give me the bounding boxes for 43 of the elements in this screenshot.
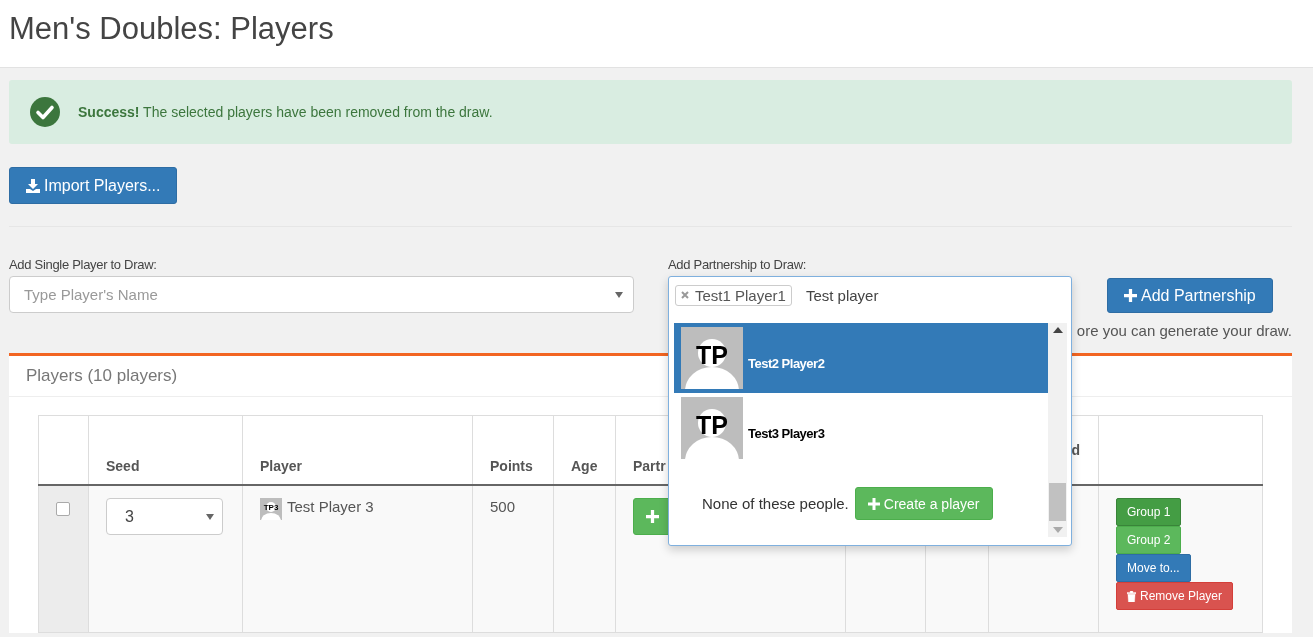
field-label: Add Partnership to Draw: (668, 257, 808, 274)
player-name: Test Player 3 (287, 498, 374, 515)
typed-text: Test player (805, 286, 879, 304)
remove-icon[interactable] (681, 291, 689, 299)
create-player-button[interactable]: Create a player (854, 487, 993, 520)
result-option[interactable]: TP Test3 Player3 (674, 393, 1048, 463)
table-cell: 500 (490, 498, 516, 515)
partnership-field[interactable]: Test1 Player1 Test player (669, 277, 1071, 313)
action-button[interactable]: Move to... (1116, 554, 1191, 582)
no-match-text: None of these people. (702, 495, 849, 512)
action-button[interactable]: Group 2 (1116, 526, 1182, 554)
alert-message: Success! The selected players have been removed from the draw. (78, 104, 493, 120)
download-icon (26, 178, 40, 193)
plus-icon (867, 497, 880, 510)
token-label: Test1 Player1 (695, 286, 786, 304)
avatar-icon: TP3 (260, 498, 282, 520)
column-header: Seed (106, 458, 140, 474)
add-partnership-button[interactable]: Add Partnership (1107, 278, 1273, 313)
page-title: Men's Doubles: Players (9, 10, 334, 48)
scrollbar[interactable] (1048, 323, 1067, 537)
seed-select[interactable]: 3 (106, 498, 223, 535)
column-header: Partr (633, 458, 666, 474)
action-button[interactable]: Remove Player (1116, 582, 1234, 610)
avatar-icon: TP (681, 397, 743, 459)
avatar-icon: TP (681, 327, 743, 389)
trash-icon (1127, 590, 1136, 602)
column-header: Points (490, 458, 533, 474)
caret-icon (206, 513, 214, 520)
plus-icon (1124, 289, 1137, 302)
plus-icon (646, 510, 659, 523)
row-checkbox[interactable] (56, 502, 70, 516)
hint-text: ore you can generate your draw. (1076, 322, 1292, 339)
import-players-button[interactable]: Import Players... (9, 167, 178, 204)
column-header: Player (260, 458, 303, 474)
action-button[interactable]: Group 1 (1116, 498, 1182, 526)
column-header: Age (571, 458, 598, 474)
result-option[interactable]: TP Test2 Player2 (674, 323, 1048, 393)
player-search-field[interactable]: Type Player's Name (9, 276, 634, 313)
column-header: d (1071, 442, 1080, 458)
check-circle-icon (29, 96, 61, 128)
field-label: Add Single Player to Draw: (9, 257, 158, 274)
caret-icon (615, 291, 623, 298)
panel-title: Players (10 players) (26, 366, 178, 386)
